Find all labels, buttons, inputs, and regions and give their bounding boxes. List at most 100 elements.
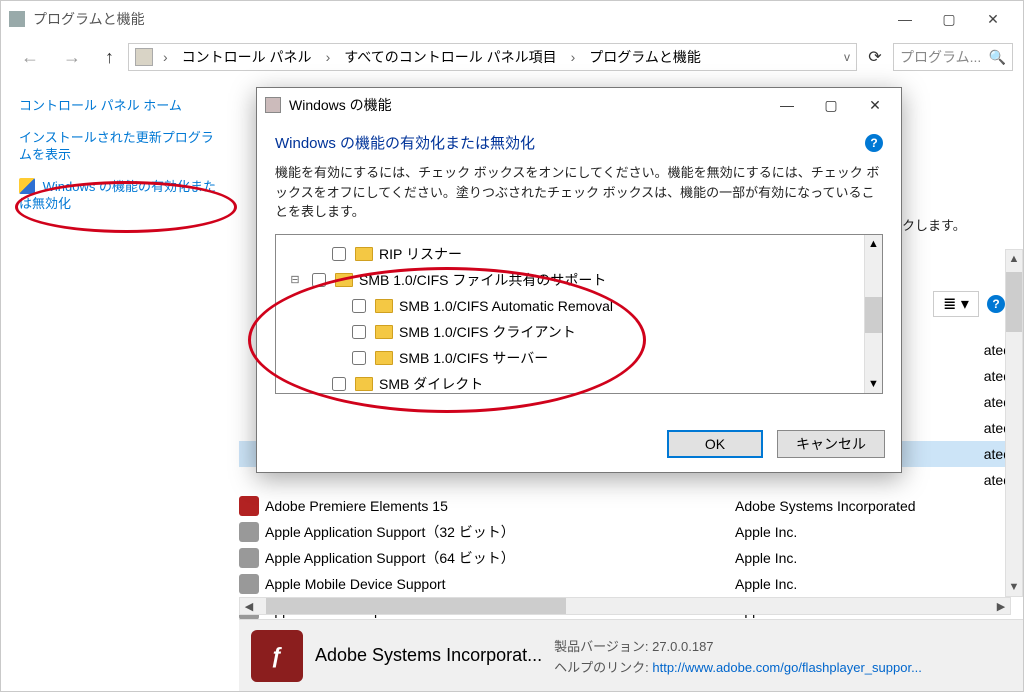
crumb-programs-features[interactable]: プログラムと機能: [585, 45, 705, 69]
ok-button[interactable]: OK: [667, 430, 763, 458]
dialog-help-icon[interactable]: ?: [865, 134, 883, 152]
scroll-thumb[interactable]: [1006, 272, 1022, 332]
shield-icon: [19, 178, 35, 194]
scroll-left-icon[interactable]: ◀: [240, 598, 258, 614]
dialog-titlebar: Windows の機能 — ▢ ✕: [257, 88, 901, 122]
expander-icon[interactable]: ⊟: [288, 273, 302, 286]
feature-label: SMB 1.0/CIFS サーバー: [399, 348, 548, 368]
program-name: Apple Application Support（64 ビット）: [265, 548, 735, 568]
close-button[interactable]: ✕: [971, 4, 1015, 34]
table-row[interactable]: Apple Mobile Device Support Apple Inc.: [239, 571, 1011, 597]
view-mode-button[interactable]: ≣ ▾: [933, 291, 979, 317]
folder-icon: [355, 247, 373, 261]
dialog-close-button[interactable]: ✕: [853, 90, 897, 120]
horizontal-scrollbar[interactable]: ◀ ▶: [239, 597, 1011, 615]
crumb-sep-icon: ›: [565, 49, 582, 65]
program-icon: [239, 522, 259, 542]
crumb-sep-icon: ›: [320, 49, 337, 65]
feature-label: SMB 1.0/CIFS ファイル共有のサポート: [359, 270, 606, 290]
program-name: Apple Application Support（32 ビット）: [265, 522, 735, 542]
scroll-thumb[interactable]: [266, 598, 566, 614]
up-button[interactable]: ↑: [95, 43, 124, 72]
feature-checkbox[interactable]: [312, 273, 326, 287]
scroll-down-icon[interactable]: ▼: [1006, 578, 1022, 596]
breadcrumb-bar[interactable]: › コントロール パネル › すべてのコントロール パネル項目 › プログラムと…: [128, 43, 857, 71]
windows-features-dialog: Windows の機能 — ▢ ✕ Windows の機能の有効化または無効化 …: [256, 87, 902, 473]
link-windows-features-label: Windows の機能の有効化または無効化: [19, 179, 216, 212]
version-label: 製品バージョン:: [554, 639, 648, 654]
feature-label: SMB ダイレクト: [379, 374, 483, 394]
folder-icon: [355, 377, 373, 391]
folder-icon: [375, 299, 393, 313]
tree-scrollbar[interactable]: ▲ ▼: [864, 235, 882, 393]
feature-checkbox[interactable]: [352, 351, 366, 365]
dialog-minimize-button[interactable]: —: [765, 90, 809, 120]
help-link[interactable]: http://www.adobe.com/go/flashplayer_supp…: [652, 660, 922, 675]
breadcrumb-icon: [135, 48, 153, 66]
help-link-label: ヘルプのリンク:: [554, 660, 649, 675]
link-windows-features[interactable]: Windows の機能の有効化または無効化: [19, 178, 221, 213]
help-icon[interactable]: ?: [987, 295, 1005, 313]
folder-icon: [375, 351, 393, 365]
minimize-button[interactable]: —: [883, 4, 927, 34]
crumb-dropdown-icon[interactable]: v: [844, 50, 850, 64]
scroll-up-icon[interactable]: ▲: [865, 235, 882, 253]
restore-button[interactable]: ▢: [927, 4, 971, 34]
program-name: Apple Mobile Device Support: [265, 576, 735, 592]
back-button[interactable]: ←: [11, 43, 49, 72]
version-value: 27.0.0.187: [652, 639, 713, 654]
search-icon: 🔍: [989, 49, 1006, 66]
table-row[interactable]: Apple Application Support（64 ビット） Apple …: [239, 545, 1011, 571]
tree-node[interactable]: RIP リスナー: [280, 241, 878, 267]
refresh-button[interactable]: ⟳: [861, 43, 889, 71]
feature-checkbox[interactable]: [332, 377, 346, 391]
navbar: ← → ↑ › コントロール パネル › すべてのコントロール パネル項目 › …: [1, 37, 1023, 77]
tree-node[interactable]: SMB ダイレクト: [280, 371, 878, 394]
table-row[interactable]: Apple Application Support（32 ビット） Apple …: [239, 519, 1011, 545]
side-panel: コントロール パネル ホーム インストールされた更新プログラムを表示 Windo…: [1, 77, 239, 619]
program-icon: [239, 574, 259, 594]
search-input[interactable]: プログラム... 🔍: [893, 43, 1013, 71]
program-publisher: Apple Inc.: [735, 550, 1011, 566]
program-publisher: Adobe Systems Incorporated: [735, 498, 1011, 514]
table-row[interactable]: Adobe Premiere Elements 15 Adobe Systems…: [239, 493, 1011, 519]
program-name: Adobe Premiere Elements 15: [265, 498, 735, 514]
titlebar: プログラムと機能 — ▢ ✕: [1, 1, 1023, 37]
vertical-scrollbar[interactable]: ▲ ▼: [1005, 249, 1023, 597]
publisher-text: ated: [239, 472, 1011, 488]
crumb-sep-icon: ›: [157, 49, 174, 65]
scroll-up-icon[interactable]: ▲: [1006, 250, 1022, 268]
tree-node[interactable]: SMB 1.0/CIFS Automatic Removal: [280, 293, 878, 319]
dialog-icon: [265, 97, 281, 113]
search-placeholder: プログラム...: [900, 47, 981, 67]
tree-node[interactable]: SMB 1.0/CIFS クライアント: [280, 319, 878, 345]
feature-label: RIP リスナー: [379, 244, 462, 264]
scroll-thumb[interactable]: [865, 297, 882, 333]
crumb-all-items[interactable]: すべてのコントロール パネル項目: [340, 45, 560, 69]
feature-checkbox[interactable]: [352, 325, 366, 339]
feature-checkbox[interactable]: [332, 247, 346, 261]
dialog-title: Windows の機能: [289, 95, 392, 115]
crumb-control-panel[interactable]: コントロール パネル: [178, 45, 316, 69]
cancel-button[interactable]: キャンセル: [777, 430, 885, 458]
status-icon: ƒ: [251, 630, 303, 682]
program-publisher: Apple Inc.: [735, 576, 1011, 592]
program-icon: [239, 496, 259, 516]
dialog-description: 機能を有効にするには、チェック ボックスをオンにしてください。機能を無効にするに…: [275, 163, 883, 222]
scroll-down-icon[interactable]: ▼: [865, 375, 882, 393]
dialog-restore-button[interactable]: ▢: [809, 90, 853, 120]
window-title: プログラムと機能: [33, 9, 145, 29]
scroll-right-icon[interactable]: ▶: [992, 598, 1010, 614]
program-publisher: Apple Inc.: [735, 524, 1011, 540]
link-installed-updates[interactable]: インストールされた更新プログラムを表示: [19, 129, 221, 164]
tree-node[interactable]: SMB 1.0/CIFS サーバー: [280, 345, 878, 371]
feature-checkbox[interactable]: [352, 299, 366, 313]
folder-icon: [375, 325, 393, 339]
link-control-panel-home[interactable]: コントロール パネル ホーム: [19, 97, 221, 115]
feature-label: SMB 1.0/CIFS クライアント: [399, 322, 576, 342]
feature-label: SMB 1.0/CIFS Automatic Removal: [399, 298, 613, 314]
features-tree: RIP リスナー ⊟ SMB 1.0/CIFS ファイル共有のサポート SMB …: [275, 234, 883, 394]
programs-features-window: プログラムと機能 — ▢ ✕ ← → ↑ › コントロール パネル › すべての…: [0, 0, 1024, 692]
forward-button[interactable]: →: [53, 43, 91, 72]
tree-node[interactable]: ⊟ SMB 1.0/CIFS ファイル共有のサポート: [280, 267, 878, 293]
